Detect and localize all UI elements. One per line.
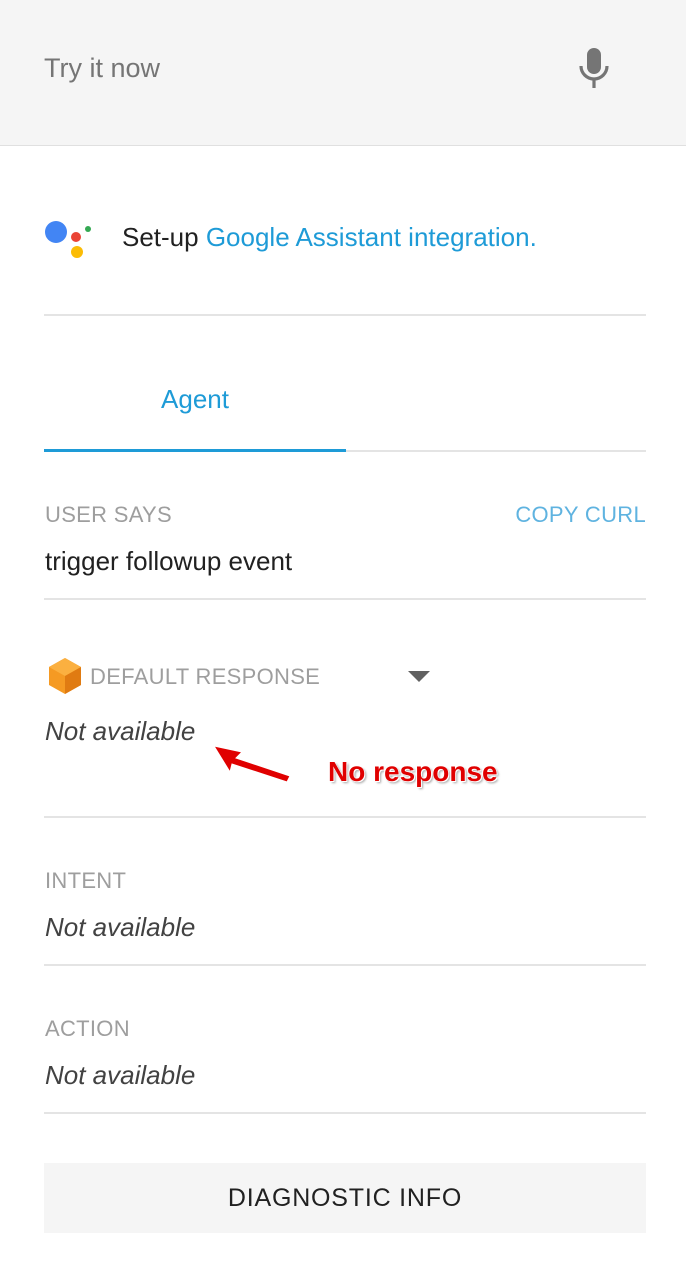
default-response-value: Not available <box>45 716 196 746</box>
divider <box>44 1112 646 1114</box>
user-says-value: trigger followup event <box>45 546 293 576</box>
red-arrow-icon <box>212 745 291 783</box>
cube-icon <box>49 658 81 694</box>
try-it-input[interactable] <box>44 48 524 88</box>
intent-value: Not available <box>45 912 196 942</box>
google-assistant-integration-link[interactable]: Google Assistant integration. <box>206 222 537 252</box>
intent-label: INTENT <box>45 868 127 893</box>
try-it-bar <box>0 0 686 146</box>
action-value: Not available <box>45 1060 196 1090</box>
divider <box>44 314 646 316</box>
caret-down-icon[interactable] <box>404 668 434 684</box>
divider <box>44 964 646 966</box>
no-response-annotation: No response <box>328 756 498 787</box>
copy-curl-button[interactable]: COPY CURL <box>515 502 646 528</box>
microphone-icon[interactable] <box>574 44 614 92</box>
default-response-label: DEFAULT RESPONSE <box>90 664 321 689</box>
setup-text: Set-up Google Assistant integration. <box>122 222 537 253</box>
tab-active-indicator <box>44 449 346 452</box>
diagnostic-info-button[interactable]: DIAGNOSTIC INFO <box>44 1163 646 1233</box>
action-label: ACTION <box>45 1016 130 1041</box>
assistant-setup-row: Set-up Google Assistant integration. <box>44 214 646 264</box>
user-says-label: USER SAYS <box>45 502 172 527</box>
divider <box>44 816 646 818</box>
setup-prefix: Set-up <box>122 222 206 252</box>
divider <box>44 598 646 600</box>
google-assistant-logo-icon <box>45 221 91 258</box>
tab-agent[interactable]: Agent <box>44 378 346 452</box>
